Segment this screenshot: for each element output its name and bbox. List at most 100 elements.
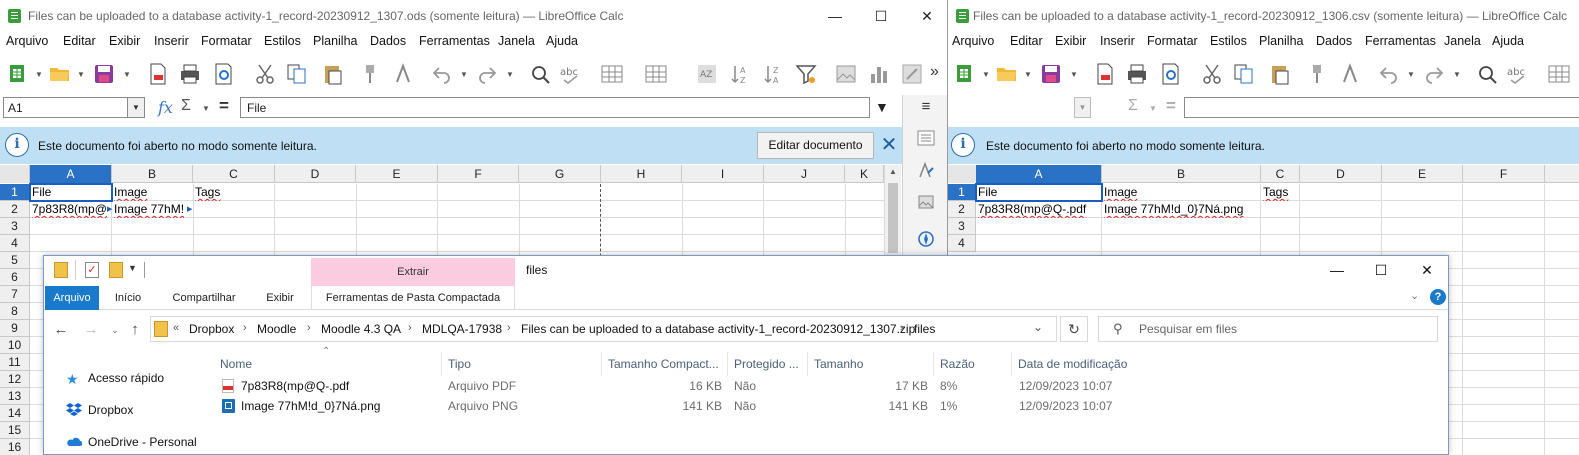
row-header[interactable]: 7 — [0, 286, 30, 303]
sum-icon[interactable]: Σ — [1128, 97, 1138, 115]
column-header-tamanho-compactado[interactable]: Tamanho Compact... — [602, 352, 728, 376]
close-button[interactable]: ✕ — [904, 0, 947, 32]
maximize-button[interactable]: ☐ — [858, 0, 904, 32]
column-header-protegido[interactable]: Protegido ... — [728, 352, 808, 376]
navigator-icon[interactable] — [917, 230, 935, 248]
menu-inserir[interactable]: Inserir — [154, 34, 189, 48]
tab-compartilhar[interactable]: Compartilhar — [161, 286, 247, 310]
menu-dados[interactable]: Dados — [1316, 34, 1352, 48]
menu-editar[interactable]: Editar — [63, 34, 96, 48]
chevron-down-icon[interactable]: ⌄ — [1410, 289, 1419, 302]
menu-editar[interactable]: Editar — [1010, 34, 1043, 48]
row-header[interactable]: 9 — [0, 320, 30, 337]
menu-ferramentas[interactable]: Ferramentas — [419, 34, 490, 48]
column-header-nome[interactable]: Nome — [214, 352, 442, 376]
row-header[interactable]: 3 — [0, 218, 30, 235]
row-header[interactable]: 13 — [0, 388, 30, 405]
column-header-d[interactable]: D — [1300, 165, 1382, 183]
redo-icon[interactable] — [475, 62, 499, 86]
breadcrumb-files[interactable]: files — [914, 322, 935, 336]
refresh-icon[interactable]: ↻ — [1060, 316, 1088, 342]
column-header-e[interactable]: E — [1382, 165, 1463, 183]
formula-icon[interactable]: = — [219, 96, 229, 116]
vertical-scrollbar[interactable]: ▲ — [884, 165, 901, 255]
row-header[interactable]: 11 — [0, 354, 30, 371]
menu-planilha[interactable]: Planilha — [1259, 34, 1303, 48]
menu-exibir[interactable]: Exibir — [1055, 34, 1086, 48]
toolbar-overflow-icon[interactable]: » — [930, 63, 946, 87]
menu-arquivo[interactable]: Arquivo — [952, 34, 994, 48]
sort-ascending-icon[interactable]: AZ — [729, 62, 753, 86]
select-all-corner[interactable] — [0, 165, 30, 183]
cell-b2[interactable]: Image 77hM!d_0}7Ná.png — [1102, 201, 1261, 218]
menu-estilos[interactable]: Estilos — [1210, 34, 1247, 48]
chevron-down-icon[interactable]: ▼ — [123, 70, 131, 79]
menu-inserir[interactable]: Inserir — [1100, 34, 1135, 48]
cell-c1[interactable]: Tags — [1261, 184, 1300, 201]
row-header[interactable]: 16 — [0, 439, 30, 455]
overflow-chevron-icon[interactable]: « — [173, 322, 179, 334]
chevron-right-icon[interactable]: › — [507, 322, 511, 334]
row-icon[interactable] — [600, 62, 624, 86]
cell-a1[interactable]: File — [975, 183, 1103, 202]
chevron-right-icon[interactable]: › — [900, 322, 904, 334]
save-icon[interactable] — [92, 62, 116, 86]
row-header[interactable]: 8 — [0, 303, 30, 320]
up-arrow-icon[interactable]: ↑ — [124, 320, 146, 340]
breadcrumb-dropbox[interactable]: Dropbox — [189, 322, 234, 336]
new-document-icon[interactable] — [6, 62, 30, 86]
styles-icon[interactable] — [917, 161, 935, 179]
menu-ajuda[interactable]: Ajuda — [546, 34, 578, 48]
column-header-tamanho[interactable]: Tamanho — [808, 352, 934, 376]
chevron-down-icon[interactable]: ▼ — [127, 98, 144, 117]
find-replace-icon[interactable] — [528, 62, 552, 86]
properties-icon[interactable] — [917, 129, 935, 147]
menu-ferramentas[interactable]: Ferramentas — [1365, 34, 1436, 48]
cell-c1[interactable]: Tags — [193, 184, 275, 201]
row-icon[interactable] — [1547, 62, 1571, 86]
cell-a2[interactable]: 7p83R8(mp@Q-.pdf — [976, 201, 1102, 218]
column-header-a[interactable]: A — [30, 165, 112, 183]
chevron-right-icon[interactable]: › — [243, 322, 247, 334]
menu-janela[interactable]: Janela — [498, 34, 535, 48]
chevron-down-icon[interactable]: ▼ — [1024, 70, 1032, 79]
chevron-down-icon[interactable]: ▼ — [460, 70, 468, 79]
find-replace-icon[interactable] — [1475, 62, 1499, 86]
cut-icon[interactable] — [253, 62, 277, 86]
column-header-a[interactable]: A — [976, 165, 1102, 183]
paste-icon[interactable] — [321, 62, 345, 86]
minimize-button[interactable]: — — [812, 0, 858, 32]
row-header[interactable]: 5 — [0, 252, 30, 269]
chevron-down-icon[interactable]: ▼ — [1149, 104, 1157, 113]
print-icon[interactable] — [1125, 62, 1149, 86]
save-icon[interactable] — [1039, 62, 1063, 86]
open-folder-icon[interactable] — [48, 62, 72, 86]
row-header[interactable]: 10 — [0, 337, 30, 354]
column-header-f[interactable]: F — [1463, 165, 1545, 183]
chevron-right-icon[interactable]: › — [307, 322, 311, 334]
column-header-c[interactable]: C — [193, 165, 275, 183]
chevron-down-icon[interactable]: ▼ — [1453, 70, 1461, 79]
undo-icon[interactable] — [430, 62, 454, 86]
select-all-corner[interactable] — [948, 165, 978, 183]
edit-document-button[interactable]: Editar documento — [757, 132, 874, 159]
minimize-button[interactable]: — — [1314, 256, 1360, 284]
column-header-g[interactable]: G — [519, 165, 601, 183]
column-header-k[interactable]: K — [845, 165, 884, 183]
undo-icon[interactable] — [1377, 62, 1401, 86]
clone-formatting-icon[interactable] — [1305, 62, 1329, 86]
close-icon[interactable]: ✕ — [878, 132, 900, 158]
clear-formatting-icon[interactable] — [391, 62, 415, 86]
search-input[interactable]: ⚲ Pesquisar em files — [1098, 316, 1438, 342]
clone-formatting-icon[interactable] — [358, 62, 382, 86]
cell-a2[interactable]: 7p83R8(mp@ — [30, 201, 110, 218]
row-header[interactable]: 2 — [948, 201, 976, 218]
function-wizard-icon[interactable]: fx — [158, 98, 173, 117]
export-pdf-icon[interactable] — [146, 62, 170, 86]
column-header-tipo[interactable]: Tipo — [442, 352, 602, 376]
chevron-down-icon[interactable]: ▼ — [506, 70, 514, 79]
column-header-b[interactable]: B — [1102, 165, 1261, 183]
nav-acesso-rapido[interactable]: ★ Acesso rápido — [66, 371, 164, 386]
column-icon[interactable] — [644, 62, 668, 86]
clear-formatting-icon[interactable] — [1338, 62, 1362, 86]
